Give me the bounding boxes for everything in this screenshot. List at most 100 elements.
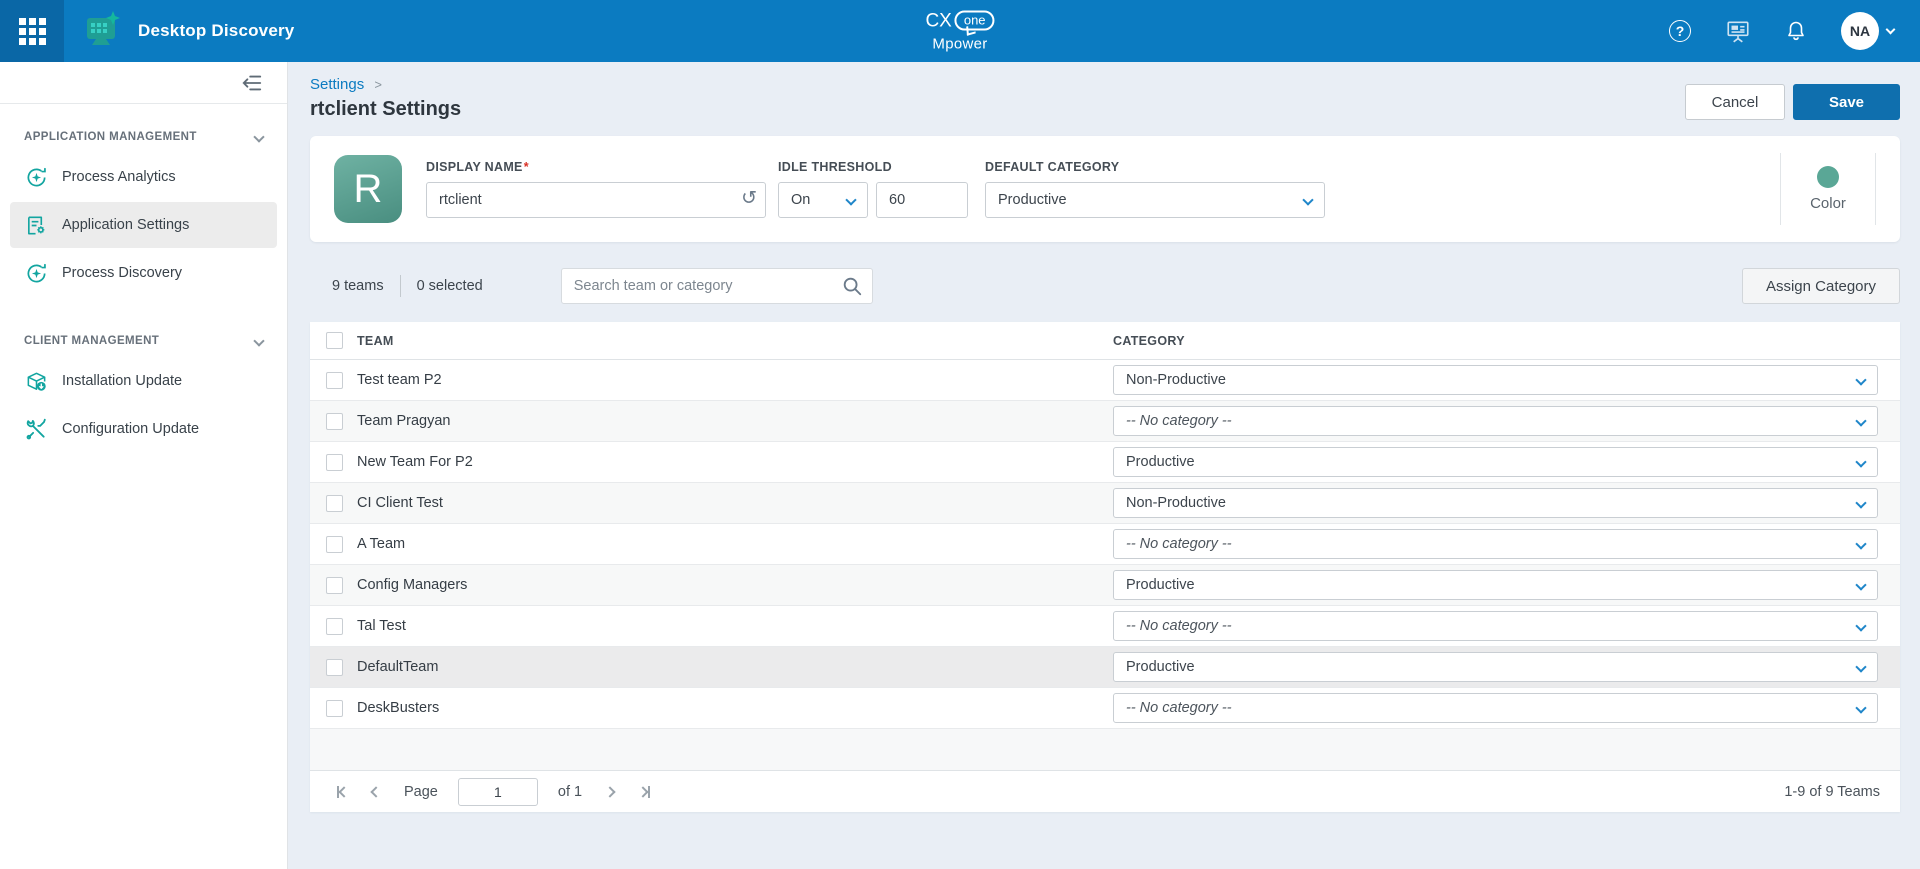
chevron-down-icon <box>1855 538 1866 549</box>
category-select[interactable]: Non-Productive <box>1113 365 1878 395</box>
pagination-range: 1-9 of 9 Teams <box>1784 784 1880 800</box>
teams-toolbar: 9 teams 0 selected Assign Category <box>310 268 1900 304</box>
previous-page-button[interactable] <box>364 780 388 804</box>
breadcrumb-settings-link[interactable]: Settings <box>310 76 364 93</box>
table-row[interactable]: Team Pragyan -- No category -- <box>310 401 1900 442</box>
sidebar-item-configuration-update[interactable]: Configuration Update <box>10 406 277 452</box>
category-select[interactable]: Productive <box>1113 447 1878 477</box>
category-select[interactable]: -- No category -- <box>1113 529 1878 559</box>
notifications-button[interactable] <box>1783 18 1809 44</box>
table-row[interactable]: Tal Test -- No category -- <box>310 606 1900 647</box>
reset-icon[interactable]: ↺ <box>741 188 757 210</box>
cancel-button[interactable]: Cancel <box>1685 84 1785 120</box>
search-input[interactable] <box>561 268 873 304</box>
row-checkbox[interactable] <box>326 659 343 676</box>
user-avatar[interactable]: NA <box>1841 12 1879 50</box>
first-page-button[interactable] <box>330 780 354 804</box>
category-select[interactable]: -- No category -- <box>1113 406 1878 436</box>
sidebar-section-application-management[interactable]: APPLICATION MANAGEMENT <box>0 122 287 152</box>
color-label: Color <box>1810 195 1846 212</box>
configuration-update-icon <box>24 417 48 441</box>
next-page-button[interactable] <box>598 780 622 804</box>
selected-count: 0 selected <box>417 278 483 294</box>
chevron-down-icon <box>1855 415 1866 426</box>
assign-category-button[interactable]: Assign Category <box>1742 268 1900 304</box>
presentation-icon <box>1725 18 1751 44</box>
team-name: DefaultTeam <box>357 659 1113 675</box>
sidebar: APPLICATION MANAGEMENT Process Analytics <box>0 62 288 869</box>
top-bar: Desktop Discovery CX one Mpower ? <box>0 0 1920 62</box>
chevron-down-icon <box>1855 374 1866 385</box>
row-checkbox[interactable] <box>326 454 343 471</box>
row-checkbox[interactable] <box>326 372 343 389</box>
presentation-button[interactable] <box>1725 18 1751 44</box>
desktop-discovery-app: Desktop Discovery CX one Mpower ? <box>0 0 1920 869</box>
color-picker: Color <box>1780 153 1876 225</box>
page-number-input[interactable] <box>458 778 538 806</box>
row-checkbox[interactable] <box>326 618 343 635</box>
chevron-down-icon <box>1855 661 1866 672</box>
team-name: New Team For P2 <box>357 454 1113 470</box>
page-title: rtclient Settings <box>310 98 461 121</box>
idle-threshold-seconds-input[interactable] <box>876 182 968 218</box>
main-content: Settings > rtclient Settings Cancel Save… <box>288 62 1920 869</box>
sidebar-item-application-settings[interactable]: Application Settings <box>10 202 277 248</box>
category-select[interactable]: -- No category -- <box>1113 611 1878 641</box>
sidebar-item-process-analytics[interactable]: Process Analytics <box>10 154 277 200</box>
idle-threshold-group: IDLE THRESHOLD On <box>778 160 968 218</box>
idle-threshold-label: IDLE THRESHOLD <box>778 160 968 174</box>
team-name: A Team <box>357 536 1113 552</box>
waffle-icon <box>19 18 46 45</box>
chevron-down-icon <box>253 131 264 142</box>
sidebar-section-client-management[interactable]: CLIENT MANAGEMENT <box>0 326 287 356</box>
table-row[interactable]: New Team For P2 Productive <box>310 442 1900 483</box>
row-checkbox[interactable] <box>326 495 343 512</box>
table-row[interactable]: Test team P2 Non-Productive <box>310 360 1900 401</box>
installation-update-icon <box>24 369 48 393</box>
idle-threshold-toggle-select[interactable]: On <box>778 182 868 218</box>
last-page-button[interactable] <box>632 780 656 804</box>
logo-mpower-text: Mpower <box>925 37 994 52</box>
collapse-sidebar-icon[interactable] <box>241 72 263 94</box>
app-switcher-button[interactable] <box>0 0 64 62</box>
team-name: CI Client Test <box>357 495 1113 511</box>
color-swatch[interactable] <box>1817 166 1839 188</box>
chevron-down-icon <box>1855 620 1866 631</box>
table-row[interactable]: CI Client Test Non-Productive <box>310 483 1900 524</box>
default-category-select[interactable]: Productive <box>985 182 1325 218</box>
display-name-group: DISPLAY NAME* ↺ <box>426 160 766 218</box>
row-checkbox[interactable] <box>326 536 343 553</box>
sidebar-item-installation-update[interactable]: Installation Update <box>10 358 277 404</box>
user-menu[interactable]: NA <box>1841 12 1894 50</box>
sidebar-item-process-discovery[interactable]: Process Discovery <box>10 250 277 296</box>
display-name-label: DISPLAY NAME <box>426 160 523 174</box>
table-row[interactable]: A Team -- No category -- <box>310 524 1900 565</box>
category-select[interactable]: Productive <box>1113 652 1878 682</box>
help-icon: ? <box>1669 20 1691 42</box>
default-category-group: DEFAULT CATEGORY Productive <box>985 160 1325 218</box>
chevron-down-icon <box>1302 194 1313 205</box>
application-avatar: R <box>334 155 402 223</box>
display-name-input[interactable] <box>426 182 766 218</box>
help-button[interactable]: ? <box>1667 18 1693 44</box>
category-select[interactable]: -- No category -- <box>1113 693 1878 723</box>
desktop-discovery-logo-icon <box>82 10 124 53</box>
process-analytics-icon <box>24 165 48 189</box>
table-row[interactable]: DefaultTeam Productive <box>310 647 1900 688</box>
save-button[interactable]: Save <box>1793 84 1900 120</box>
chevron-down-icon <box>845 194 856 205</box>
teams-count: 9 teams <box>332 278 384 294</box>
chevron-down-icon <box>1855 456 1866 467</box>
row-checkbox[interactable] <box>326 577 343 594</box>
row-checkbox[interactable] <box>326 700 343 717</box>
table-row[interactable]: DeskBusters -- No category -- <box>310 688 1900 729</box>
select-all-checkbox[interactable] <box>326 332 343 349</box>
table-row[interactable]: Config Managers Productive <box>310 565 1900 606</box>
search-icon <box>841 275 863 297</box>
category-select[interactable]: Non-Productive <box>1113 488 1878 518</box>
chevron-down-icon <box>1886 25 1896 35</box>
row-checkbox[interactable] <box>326 413 343 430</box>
category-select[interactable]: Productive <box>1113 570 1878 600</box>
cxone-mpower-logo: CX one Mpower <box>925 11 994 52</box>
team-name: Tal Test <box>357 618 1113 634</box>
